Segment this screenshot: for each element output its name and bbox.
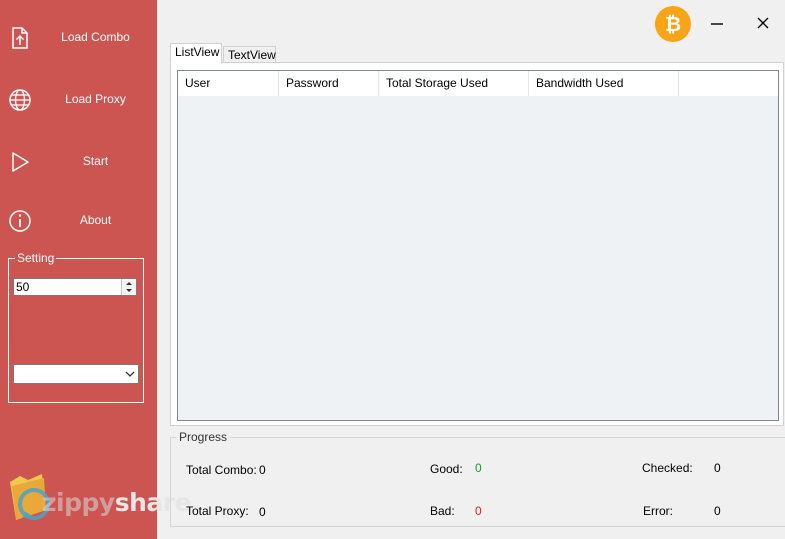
good-label: Good: [430,462,463,476]
column-header-user[interactable]: User [178,71,279,96]
minimize-icon[interactable] [704,12,730,36]
about-label: About [79,213,112,227]
setting-group: Setting [8,252,144,403]
threads-input[interactable] [16,280,116,294]
column-header-total-storage[interactable]: Total Storage Used [379,71,529,96]
load-combo-button[interactable]: Load Combo [0,16,157,60]
progress-group: Progress Total Combo: 0 Total Proxy: 0 G… [170,430,785,527]
checked-label: Checked: [642,461,693,475]
load-combo-label: Load Combo [61,30,130,44]
table-header: User Password Total Storage Used Bandwid… [178,71,778,96]
stepper-down-icon[interactable] [122,287,136,295]
threads-stepper[interactable] [13,278,137,296]
globe-icon [9,89,31,111]
start-button[interactable]: Start [0,140,157,184]
about-button[interactable]: About [0,199,157,243]
stepper-up-icon[interactable] [122,279,136,287]
good-value: 0 [475,461,482,475]
total-combo-label: Total Combo: [186,463,257,477]
logo-wordmark: zippyshare [42,488,192,517]
results-table[interactable]: User Password Total Storage Used Bandwid… [177,70,779,421]
bad-value: 0 [475,504,482,518]
column-header-password[interactable]: Password [279,71,379,96]
error-value: 0 [714,504,721,518]
total-proxy-label: Total Proxy: [186,504,249,518]
total-proxy-value: 0 [259,505,266,519]
close-icon[interactable] [750,12,776,36]
progress-legend: Progress [176,430,231,444]
file-upload-icon [12,27,28,49]
stepper-buttons [121,279,136,295]
error-label: Error: [643,504,673,518]
setting-legend: Setting [15,251,57,265]
zippyshare-logo: zippyshare [6,466,192,528]
play-icon [12,152,29,172]
info-icon [9,210,31,232]
load-proxy-label: Load Proxy [65,92,126,106]
start-label: Start [82,154,109,168]
load-proxy-button[interactable]: Load Proxy [0,78,157,122]
listview-tab-panel: User Password Total Storage Used Bandwid… [170,62,784,426]
bitcoin-icon: ₿ [664,12,682,36]
bad-label: Bad: [430,504,455,518]
logo-wordmark-part1: zippy [42,488,115,517]
tab-listview[interactable]: ListView [170,43,222,64]
bitcoin-button[interactable]: ₿ [655,6,691,42]
checked-value: 0 [714,461,721,475]
sidebar: Load Combo Load Proxy Start About Settin… [0,0,192,539]
setting-dropdown[interactable] [13,364,139,384]
column-header-bandwidth[interactable]: Bandwidth Used [529,71,679,96]
total-combo-value: 0 [259,463,266,477]
chevron-down-icon [125,371,135,377]
